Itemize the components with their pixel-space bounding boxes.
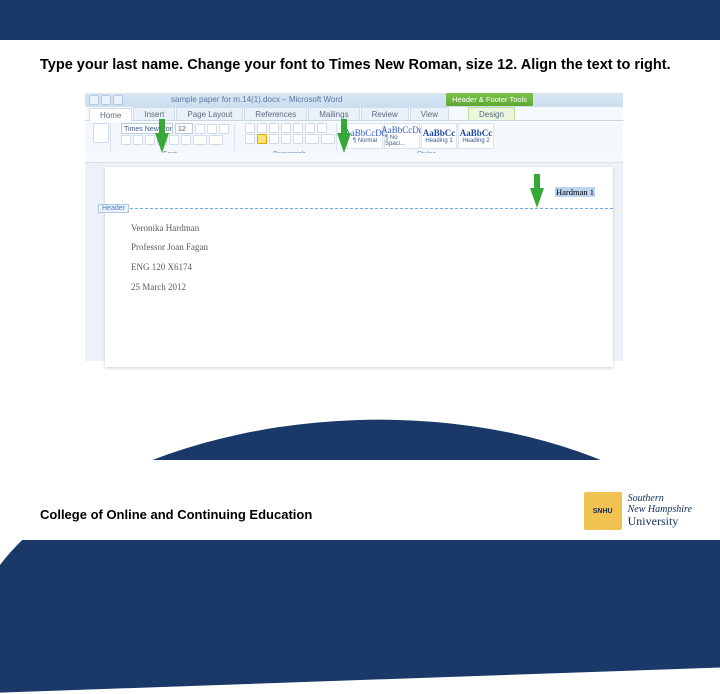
word-icon[interactable] xyxy=(89,95,99,105)
title-bar: sample paper for m.14(1).docx – Microsof… xyxy=(85,93,623,107)
bold-icon[interactable] xyxy=(121,135,131,145)
style-heading1[interactable]: AaBbCc Heading 1 xyxy=(421,123,457,149)
snhu-logo: SNHU Southern New Hampshire University xyxy=(584,492,692,530)
tab-mailings[interactable]: Mailings xyxy=(308,107,359,120)
quick-access-toolbar xyxy=(89,95,123,105)
logo-shield-icon: SNHU xyxy=(584,492,622,530)
tab-design[interactable]: Design xyxy=(468,107,515,120)
clipboard-group xyxy=(89,123,111,151)
body-line: Professor Joan Fagan xyxy=(131,238,587,258)
callout-arrow-font xyxy=(155,133,169,153)
font-group: Times New Rom… 12 Font xyxy=(117,123,235,151)
italic-icon[interactable] xyxy=(133,135,143,145)
subscript-icon[interactable] xyxy=(169,135,179,145)
borders-icon[interactable] xyxy=(321,134,335,144)
paste-button[interactable] xyxy=(93,123,109,143)
body-line: ENG 120 X6174 xyxy=(131,258,587,278)
page-body: Veronika Hardman Professor Joan Fagan EN… xyxy=(105,209,613,308)
style-label: ¶ Normal xyxy=(353,138,377,144)
pilcrow-icon[interactable] xyxy=(317,123,327,133)
justify-icon[interactable] xyxy=(281,134,291,144)
clear-format-icon[interactable] xyxy=(219,124,229,134)
tab-page-layout[interactable]: Page Layout xyxy=(176,107,243,120)
instruction-text: Type your last name. Change your font to… xyxy=(0,40,720,86)
word-screenshot: sample paper for m.14(1).docx – Microsof… xyxy=(84,92,624,362)
style-heading2[interactable]: AaBbCc Heading 2 xyxy=(458,123,494,149)
footer-curve xyxy=(0,406,720,694)
style-nospacing[interactable]: AaBbCcDc ¶ No Spaci... xyxy=(384,123,420,149)
highlight-icon[interactable] xyxy=(209,135,223,145)
align-left-icon[interactable] xyxy=(245,134,255,144)
align-right-icon[interactable] xyxy=(269,134,279,144)
multilevel-icon[interactable] xyxy=(269,123,279,133)
tab-view[interactable]: View xyxy=(410,107,449,120)
underline-icon[interactable] xyxy=(145,135,155,145)
ribbon-tabs: Home Insert Page Layout References Maili… xyxy=(85,107,623,121)
body-line: Veronika Hardman xyxy=(131,219,587,239)
logo-text: Southern New Hampshire University xyxy=(628,494,692,528)
indent-left-icon[interactable] xyxy=(281,123,291,133)
style-sample: AaBbCcDc xyxy=(381,125,423,135)
style-normal[interactable]: AaBbCcDc ¶ Normal xyxy=(347,123,383,149)
save-icon[interactable] xyxy=(101,95,111,105)
indent-right-icon[interactable] xyxy=(293,123,303,133)
context-tab-header-footer: Header & Footer Tools xyxy=(446,93,533,106)
style-label: Heading 1 xyxy=(425,138,452,144)
tab-references[interactable]: References xyxy=(244,107,307,120)
tab-home[interactable]: Home xyxy=(89,108,132,121)
paragraph-group: Paragraph xyxy=(241,123,337,151)
superscript-icon[interactable] xyxy=(181,135,191,145)
shading-icon[interactable] xyxy=(305,134,319,144)
callout-arrow-header xyxy=(530,188,544,208)
callout-arrow-align xyxy=(337,133,351,153)
document-area: Hardman 1 Header Veronika Hardman Profes… xyxy=(85,153,623,361)
logo-line: University xyxy=(628,515,692,528)
ruler xyxy=(85,153,623,163)
undo-icon[interactable] xyxy=(113,95,123,105)
sort-icon[interactable] xyxy=(305,123,315,133)
slide-top-bar xyxy=(0,0,720,40)
numbering-icon[interactable] xyxy=(257,123,267,133)
tab-review[interactable]: Review xyxy=(361,107,409,120)
footer-area: College of Online and Continuing Educati… xyxy=(0,460,720,540)
document-title: sample paper for m.14(1).docx – Microsof… xyxy=(171,95,342,104)
grow-font-icon[interactable] xyxy=(195,124,205,134)
style-label: Heading 2 xyxy=(462,138,489,144)
align-center-icon[interactable] xyxy=(257,134,267,144)
line-spacing-icon[interactable] xyxy=(293,134,303,144)
style-label: ¶ No Spaci... xyxy=(385,135,419,147)
style-sample: AaBbCc xyxy=(460,128,493,138)
shrink-font-icon[interactable] xyxy=(207,124,217,134)
bullets-icon[interactable] xyxy=(245,123,255,133)
body-line: 25 March 2012 xyxy=(131,278,587,298)
footer-text: College of Online and Continuing Educati… xyxy=(40,507,312,522)
font-size-selector[interactable]: 12 xyxy=(175,123,193,134)
header-tag: Header xyxy=(98,204,129,213)
header-lastname[interactable]: Hardman 1 xyxy=(555,187,595,197)
font-color-icon[interactable] xyxy=(193,135,207,145)
styles-group: AaBbCcDc ¶ Normal AaBbCcDc ¶ No Spaci...… xyxy=(343,123,513,151)
tab-insert[interactable]: Insert xyxy=(133,107,175,120)
style-sample: AaBbCc xyxy=(423,128,456,138)
